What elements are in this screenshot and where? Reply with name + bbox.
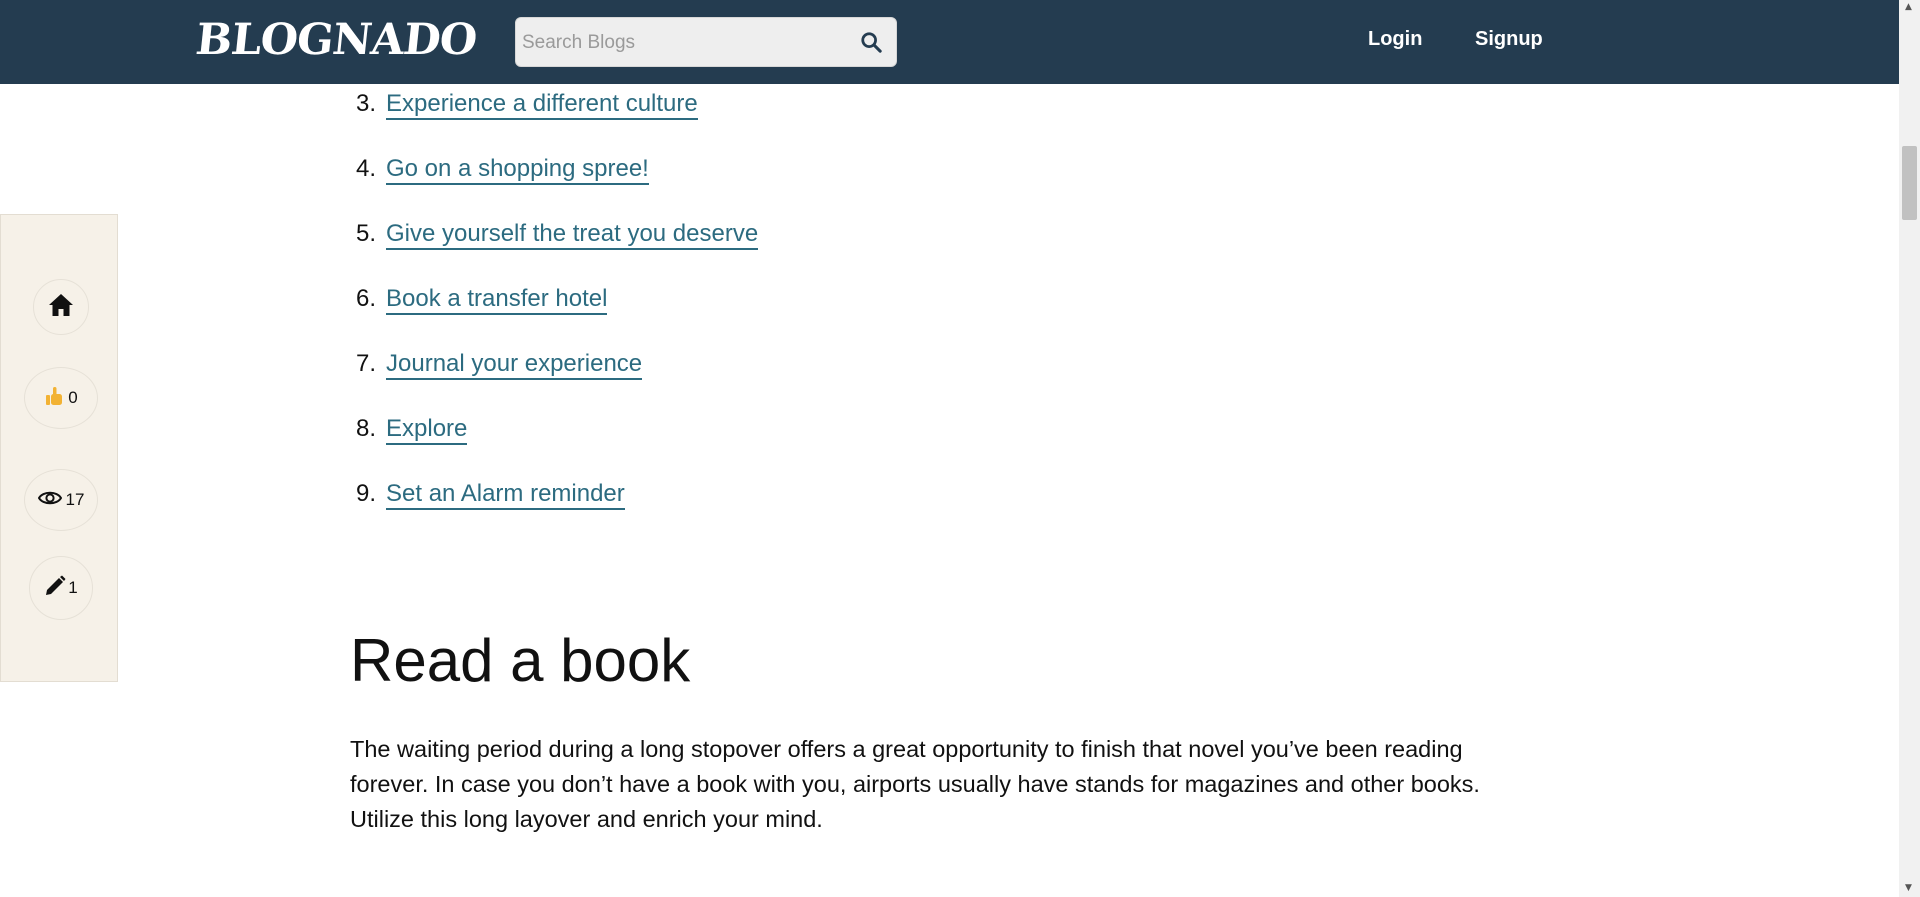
list-item-number: 6. <box>355 285 376 312</box>
edit-count: 1 <box>68 578 78 597</box>
eye-icon <box>37 489 62 512</box>
views-count: 17 <box>65 490 85 509</box>
list-item: 9. Set an Alarm reminder <box>340 474 625 514</box>
post-actions-sidebar: 0 17 1 <box>0 214 118 682</box>
pencil-icon <box>44 575 66 602</box>
search-icon[interactable] <box>856 27 886 57</box>
list-item: 3. Experience a different culture <box>340 84 698 124</box>
tip-link[interactable]: Go on a shopping spree! <box>386 155 649 185</box>
home-icon <box>48 293 74 322</box>
site-logo[interactable]: BLOGNADO <box>193 14 479 66</box>
tip-link[interactable]: Explore <box>386 415 468 445</box>
tip-link[interactable]: Journal your experience <box>386 350 643 380</box>
list-item-number: 8. <box>355 415 376 442</box>
signup-link[interactable]: Signup <box>1475 28 1543 51</box>
tip-link[interactable]: Give yourself the treat you deserve <box>386 220 759 250</box>
list-item: 7. Journal your experience <box>340 344 643 384</box>
search-bar <box>515 17 897 68</box>
tip-link[interactable]: Set an Alarm reminder <box>386 480 625 510</box>
section-heading: Read a book <box>350 627 691 694</box>
list-item-number: 4. <box>355 155 376 182</box>
list-item-number: 9. <box>355 480 376 507</box>
list-item-number: 5. <box>355 220 376 247</box>
scroll-down-arrow-icon[interactable]: ▼ <box>1905 883 1912 893</box>
scroll-up-arrow-icon[interactable]: ▲ <box>1905 2 1912 12</box>
section-paragraph: The waiting period during a long stopove… <box>350 736 1480 832</box>
list-item-number: 7. <box>355 350 376 377</box>
list-item: 8. Explore <box>340 409 468 449</box>
page-scrollbar[interactable]: ▲ ▼ <box>1899 0 1920 897</box>
home-button[interactable] <box>33 279 89 335</box>
search-input[interactable] <box>520 18 844 68</box>
like-count: 0 <box>68 388 78 407</box>
scroll-thumb[interactable] <box>1902 146 1917 220</box>
list-item-number: 3. <box>355 90 376 117</box>
thumbs-up-icon <box>44 386 64 411</box>
tip-link[interactable]: Experience a different culture <box>386 90 698 120</box>
top-navbar: BLOGNADO Login Signup <box>0 0 1899 84</box>
list-item: 5. Give yourself the treat you deserve <box>340 214 759 254</box>
views-indicator: 17 <box>24 469 98 531</box>
tip-link[interactable]: Book a transfer hotel <box>386 285 608 315</box>
like-button[interactable]: 0 <box>24 367 98 429</box>
edit-button[interactable]: 1 <box>29 556 93 620</box>
list-item: 6. Book a transfer hotel <box>340 279 608 319</box>
login-link[interactable]: Login <box>1368 28 1422 51</box>
list-item: 4. Go on a shopping spree! <box>340 149 649 189</box>
